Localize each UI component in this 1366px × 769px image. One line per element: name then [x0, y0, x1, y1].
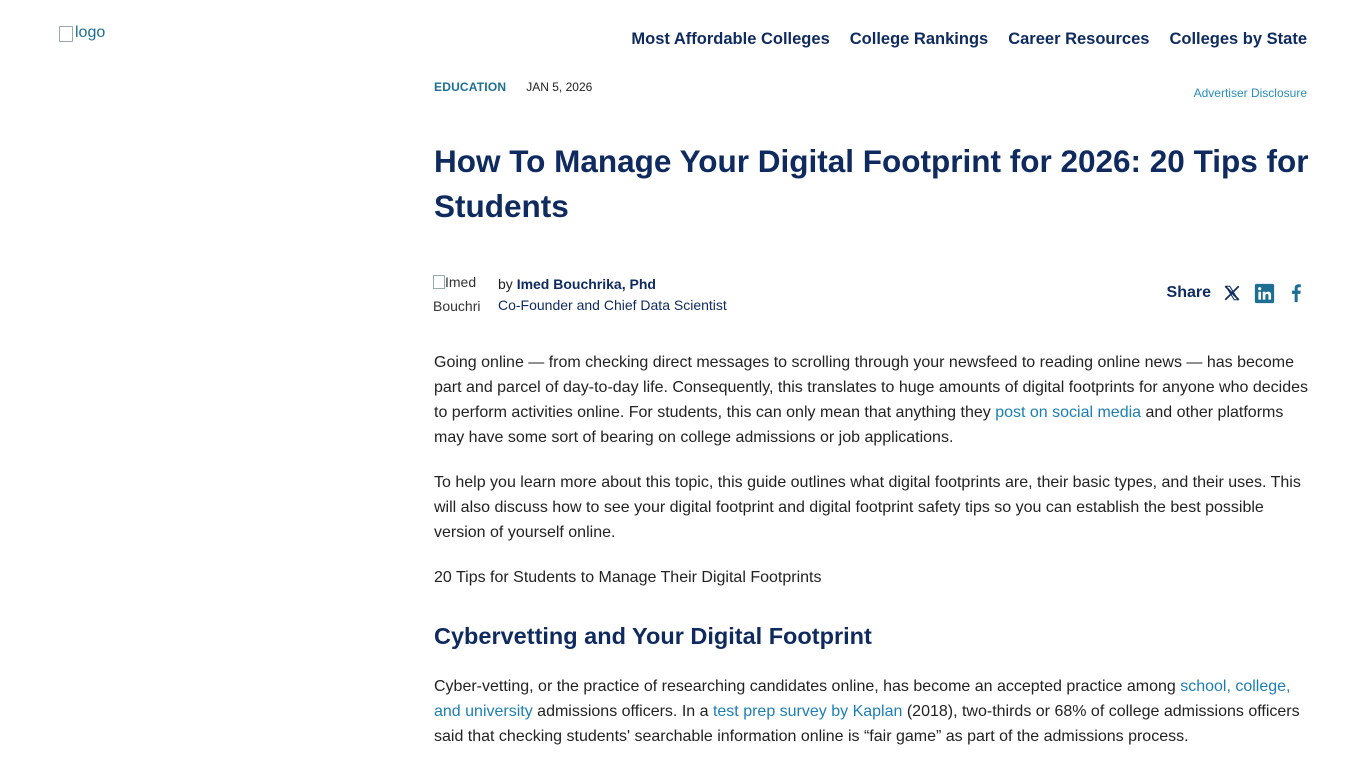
article-meta: EDUCATION JAN 5, 2026 — [434, 80, 592, 94]
text: Cyber-vetting, or the practice of resear… — [434, 678, 1181, 695]
section-heading: Cybervetting and Your Digital Footprint — [434, 623, 872, 649]
author-avatar: Imed Bouchri — [433, 270, 485, 320]
avatar-alt-line1: Imed — [445, 274, 477, 290]
broken-image-icon — [59, 26, 73, 42]
avatar-alt-line2: Bouchri — [433, 298, 481, 314]
share-bar: Share — [1167, 282, 1307, 304]
facebook-icon[interactable] — [1285, 282, 1307, 304]
author-byline: by Imed Bouchrika, Phd Co-Founder and Ch… — [498, 274, 727, 316]
category-link[interactable]: EDUCATION — [434, 80, 506, 94]
byline-prefix: by — [498, 276, 513, 292]
cybervetting-paragraph: Cyber-vetting, or the practice of resear… — [434, 674, 1309, 749]
nav-most-affordable-colleges[interactable]: Most Affordable Colleges — [631, 30, 829, 49]
author-name-link[interactable]: Imed Bouchrika, Phd — [517, 276, 656, 292]
article-body: Going online — from checking direct mess… — [434, 350, 1309, 769]
publish-date: JAN 5, 2026 — [526, 80, 593, 94]
post-on-social-media-link[interactable]: post on social media — [995, 404, 1141, 421]
site-logo[interactable]: logo — [59, 24, 105, 42]
nav-colleges-by-state[interactable]: Colleges by State — [1169, 30, 1307, 49]
table-of-contents-toggle[interactable]: 20 Tips for Students to Manage Their Dig… — [434, 565, 1309, 590]
linkedin-icon[interactable] — [1253, 282, 1275, 304]
author-role: Co-Founder and Chief Data Scientist — [498, 297, 727, 313]
intro-paragraph: Going online — from checking direct mess… — [434, 350, 1309, 450]
share-label: Share — [1166, 284, 1211, 301]
article-title: How To Manage Your Digital Footprint for… — [434, 143, 1309, 224]
x-icon[interactable] — [1221, 282, 1243, 304]
logo-alt-text: logo — [75, 24, 106, 41]
main-nav: Most Affordable Colleges College Ranking… — [631, 30, 1307, 49]
text: admissions officers. In a — [532, 703, 713, 720]
guide-paragraph: To help you learn more about this topic,… — [434, 474, 1301, 541]
nav-college-rankings[interactable]: College Rankings — [850, 30, 988, 49]
kaplan-survey-link[interactable]: test prep survey by Kaplan — [713, 703, 902, 720]
advertiser-disclosure-link[interactable]: Advertiser Disclosure — [1194, 86, 1307, 100]
broken-image-icon — [433, 275, 445, 289]
nav-career-resources[interactable]: Career Resources — [1008, 30, 1149, 49]
